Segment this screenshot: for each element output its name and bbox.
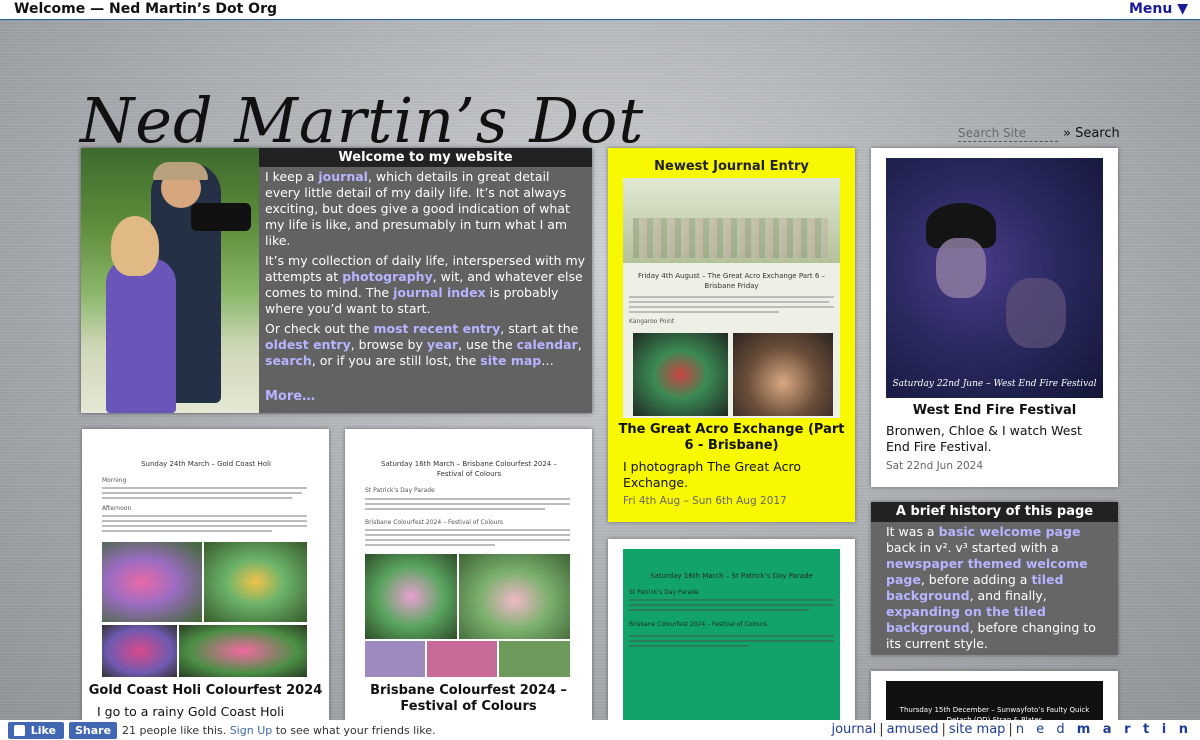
fire-title[interactable]: West End Fire Festival [871,403,1118,418]
top-bar: Welcome — Ned Martin’s Dot Org Menu ▼ [0,0,1200,20]
oldest-entry-link[interactable]: oldest entry [265,337,351,352]
st-patricks-card[interactable]: Saturday 16th March – St Patrick’s Day P… [608,539,855,720]
newest-date: Fri 4th Aug – Sun 6th Aug 2017 [623,495,787,507]
fire-date: Sat 22nd Jun 2024 [886,460,984,472]
history-body: It was a basic welcome page back in v². … [886,524,1096,651]
welcome-heading: Welcome to my website [259,148,592,167]
colourfest-doc-title: Saturday 16th March – Brisbane Colourfes… [381,460,557,478]
search-button[interactable]: » Search [1063,126,1120,141]
facebook-like-text: 21 people like this. Sign Up to see what… [122,724,436,737]
page-title: Welcome — Ned Martin’s Dot Org [14,1,277,17]
newest-description: I photograph The Great Acro Exchange. [623,459,801,490]
fire-festival-photo[interactable]: Saturday 22nd June – West End Fire Festi… [886,158,1103,398]
st-patricks-thumbnail[interactable]: Saturday 16th March – St Patrick’s Day P… [623,549,840,720]
footer: Like Share 21 people like this. Sign Up … [0,720,1200,740]
holi-thumbnail[interactable]: Sunday 24th March – Gold Coast Holi Morn… [96,447,316,679]
welcome-body: I keep a journal, which details in great… [265,169,586,368]
colourfest-doc-sub2: Brisbane Colourfest 2024 – Festival of C… [365,519,504,526]
footer-site-map-link[interactable]: site map [949,722,1006,737]
colourfest-doc-sub1: St Patrick’s Day Parade [365,487,435,494]
holi-doc-sub2: Afternoon [102,505,132,512]
newest-doc-title: Friday 4th August – The Great Acro Excha… [637,272,826,290]
patricks-doc-sub2: Brisbane Colourfest 2024 – Festival of C… [629,621,768,628]
facebook-like-button[interactable]: Like [8,722,64,739]
year-link[interactable]: year [427,337,458,352]
fire-description: Bronwen, Chloe & I watch West End Fire F… [886,423,1082,454]
holi-title[interactable]: Gold Coast Holi Colourfest 2024 [82,683,329,699]
welcome-card: Welcome to my website I keep a journal, … [81,148,592,413]
sunwayfoto-thumbnail[interactable]: Thursday 15th December – Sunwayfoto’s Fa… [886,681,1103,720]
most-recent-entry-link[interactable]: most recent entry [373,321,500,336]
footer-ned-martin-link[interactable]: n e d m a r t i n [1016,722,1192,737]
footer-amused-link[interactable]: amused [887,722,939,737]
facebook-share-button[interactable]: Share [69,722,117,739]
colourfest-title[interactable]: Brisbane Colourfest 2024 – Festival of C… [345,683,592,715]
holi-description: I go to a rainy Gold Coast Holi [97,704,285,719]
newest-heading: Newest Journal Entry [654,159,809,174]
welcome-photo [81,148,259,413]
colourfest-thumbnail[interactable]: Saturday 16th March – Brisbane Colourfes… [359,447,579,679]
footer-links: journal | amused | site map | n e d m a r t i … [831,722,1192,737]
holi-card[interactable]: Sunday 24th March – Gold Coast Holi Morn… [82,429,329,720]
sunwayfoto-card[interactable]: Thursday 15th December – Sunwayfoto’s Fa… [871,671,1118,720]
journal-index-link[interactable]: journal index [393,285,486,300]
site-map-link[interactable]: site map [480,353,541,368]
holi-doc-title: Sunday 24th March – Gold Coast Holi [141,460,271,468]
menu-button[interactable]: Menu ▼ [1129,1,1188,17]
patricks-doc-sub1: St Patrick’s Day Parade [629,589,699,596]
basic-welcome-page-link[interactable]: basic welcome page [939,524,1081,539]
search-form: » Search [958,125,1128,145]
colourfest-card[interactable]: Saturday 16th March – Brisbane Colourfes… [345,429,592,720]
fire-festival-card[interactable]: Saturday 22nd June – West End Fire Festi… [871,148,1118,487]
facebook-signup-link[interactable]: Sign Up [230,724,273,737]
fire-photo-caption: Saturday 22nd June – West End Fire Festi… [892,379,1097,389]
search-link[interactable]: search [265,353,312,368]
newest-title[interactable]: The Great Acro Exchange (Part 6 - Brisba… [616,422,847,454]
newest-entry-thumbnail[interactable]: Friday 4th August – The Great Acro Excha… [623,178,840,418]
sunwayfoto-doc-title: Thursday 15th December – Sunwayfoto’s Fa… [899,706,1090,720]
patricks-doc-title: Saturday 16th March – St Patrick’s Day P… [650,572,813,580]
newest-entry-card[interactable]: Newest Journal Entry Friday 4th August –… [608,148,855,522]
newest-doc-subheading: Kangaroo Point [629,318,675,325]
footer-journal-link[interactable]: journal [831,722,876,737]
calendar-link[interactable]: calendar [517,337,578,352]
journal-link[interactable]: journal [318,169,368,184]
thumbs-up-icon [14,725,25,736]
holi-doc-sub1: Morning [102,477,127,484]
history-heading: A brief history of this page [871,502,1118,522]
search-input[interactable] [958,125,1058,142]
photography-link[interactable]: photography [342,269,433,284]
history-card: A brief history of this page It was a ba… [871,502,1118,655]
more-link[interactable]: More… [265,389,315,404]
